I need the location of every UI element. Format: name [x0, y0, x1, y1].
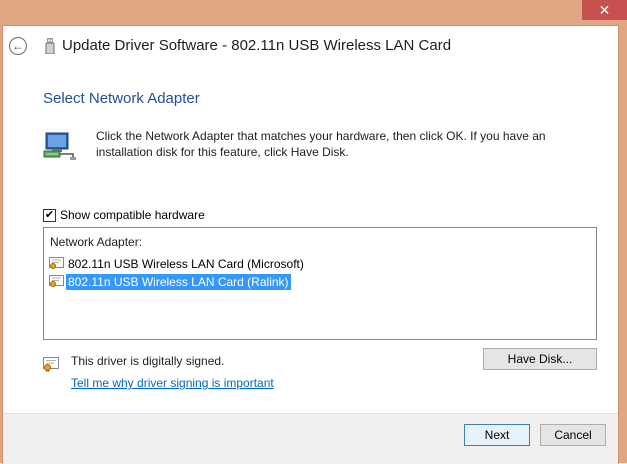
dialog-window: ← Update Driver Software - 802.11n USB W… [2, 25, 619, 464]
network-adapter-list[interactable]: Network Adapter: 802.11n USB Wireless LA… [43, 227, 597, 340]
list-item-label: 802.11n USB Wireless LAN Card (Ralink) [66, 273, 291, 290]
next-button[interactable]: Next [464, 424, 530, 446]
show-compatible-hardware[interactable]: ✔ Show compatible hardware [43, 208, 205, 222]
have-disk-button[interactable]: Have Disk... [483, 348, 597, 370]
list-item-label: 802.11n USB Wireless LAN Card (Microsoft… [68, 256, 304, 271]
close-icon: ✕ [598, 2, 611, 18]
driver-signing-link[interactable]: Tell me why driver signing is important [71, 376, 274, 390]
certificate-icon [43, 357, 59, 372]
compatible-hardware-label: Show compatible hardware [60, 208, 205, 222]
cancel-button[interactable]: Cancel [540, 424, 606, 446]
window-title: Update Driver Software - 802.11n USB Wir… [62, 37, 452, 54]
network-adapter-icon [43, 132, 76, 160]
close-button[interactable]: ✕ [582, 0, 627, 20]
page-heading: Select Network Adapter [43, 90, 200, 107]
back-arrow-icon[interactable]: ← [9, 37, 27, 55]
list-item[interactable]: 802.11n USB Wireless LAN Card (Microsoft… [49, 255, 306, 272]
signing-status: This driver is digitally signed. [71, 354, 225, 368]
list-header: Network Adapter: [50, 235, 143, 249]
usb-device-icon [45, 38, 55, 54]
list-item-selected[interactable]: 802.11n USB Wireless LAN Card (Ralink) [49, 273, 291, 290]
window-frame: ✕ ← Update Driver Software - 802.11n USB… [0, 0, 627, 464]
certificate-icon [49, 275, 64, 287]
footer-bar: Next Cancel [3, 413, 618, 464]
compatible-hardware-checkbox[interactable]: ✔ [43, 208, 56, 222]
certificate-icon [49, 257, 64, 269]
title-bar: ← Update Driver Software - 802.11n USB W… [3, 26, 618, 66]
page-description: Click the Network Adapter that matches y… [96, 129, 546, 159]
